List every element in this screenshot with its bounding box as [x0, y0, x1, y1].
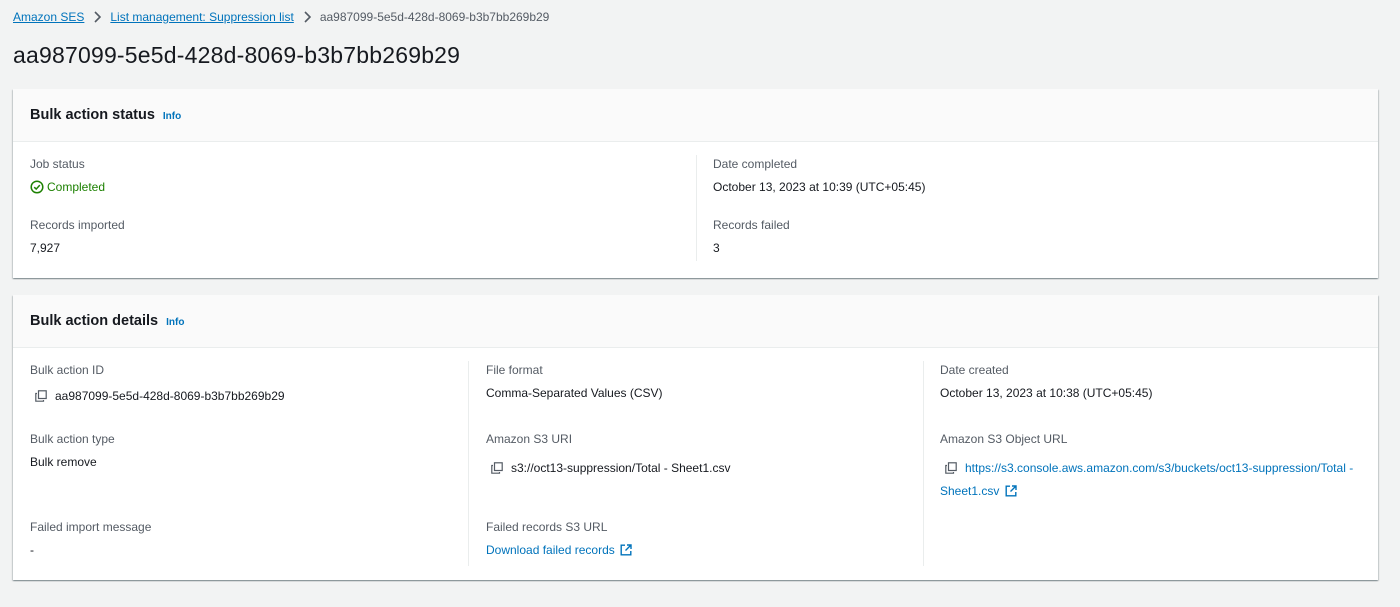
date-completed-field: Date completed October 13, 2023 at 10:39… [713, 157, 925, 194]
date-created-label: Date created [940, 363, 1009, 377]
external-link-icon [1004, 485, 1017, 498]
breadcrumb-link-suppression-list[interactable]: List management: Suppression list [110, 10, 293, 24]
column-divider [468, 361, 469, 566]
records-failed-value: 3 [713, 241, 720, 255]
bulk-action-details-panel: Bulk action details Info Bulk action ID … [13, 295, 1378, 580]
copy-icon[interactable] [34, 389, 48, 403]
date-completed-value: October 13, 2023 at 10:39 (UTC+05:45) [713, 180, 926, 194]
page-title: aa987099-5e5d-428d-8069-b3b7bb269b29 [13, 42, 461, 68]
job-status-text: Completed [47, 180, 106, 194]
s3-uri-value: s3://oct13-suppression/Total - Sheet1.cs… [490, 461, 730, 475]
bulk-action-id-field: Bulk action ID aa987099-5e5d-428d-8069-b… [30, 363, 285, 403]
date-created-value: October 13, 2023 at 10:38 (UTC+05:45) [940, 386, 1153, 400]
records-imported-field: Records imported 7,927 [30, 218, 125, 255]
s3-object-url-text-2[interactable]: Sheet1.csv [940, 484, 999, 498]
bulk-action-type-value: Bulk remove [30, 455, 97, 469]
s3-object-url-line1[interactable]: https://s3.console.aws.amazon.com/s3/buc… [944, 461, 1365, 475]
chevron-right-icon [84, 11, 110, 23]
bulk-action-id-value: aa987099-5e5d-428d-8069-b3b7bb269b29 [34, 389, 285, 403]
info-link[interactable]: Info [166, 317, 184, 328]
date-created-field: Date created October 13, 2023 at 10:38 (… [940, 363, 1152, 400]
column-divider [696, 155, 697, 261]
info-link[interactable]: Info [163, 111, 181, 122]
panel-header: Bulk action details Info [13, 295, 1378, 348]
job-status-field: Job status Completed [30, 157, 105, 194]
s3-uri-text: s3://oct13-suppression/Total - Sheet1.cs… [511, 461, 731, 475]
failed-records-s3-url-label: Failed records S3 URL [486, 520, 608, 534]
failed-records-s3-url-field: Failed records S3 URL Download failed re… [486, 520, 633, 557]
copy-icon[interactable] [944, 461, 958, 475]
bulk-action-id-text: aa987099-5e5d-428d-8069-b3b7bb269b29 [55, 389, 285, 403]
s3-uri-field: Amazon S3 URI s3://oct13-suppression/Tot… [486, 432, 730, 475]
file-format-field: File format Comma-Separated Values (CSV) [486, 363, 663, 400]
file-format-value: Comma-Separated Values (CSV) [486, 386, 663, 400]
records-failed-label: Records failed [713, 218, 790, 232]
bulk-action-id-label: Bulk action ID [30, 363, 105, 377]
s3-object-url-label: Amazon S3 Object URL [940, 432, 1068, 446]
bulk-action-type-label: Bulk action type [30, 432, 115, 446]
job-status-label: Job status [30, 157, 85, 171]
check-circle-icon [30, 180, 44, 194]
s3-object-url-text-1[interactable]: https://s3.console.aws.amazon.com/s3/buc… [965, 461, 1353, 475]
breadcrumb: Amazon SES List management: Suppression … [13, 9, 549, 25]
breadcrumb-current: aa987099-5e5d-428d-8069-b3b7bb269b29 [319, 10, 550, 24]
failed-import-message-value: - [30, 543, 34, 557]
failed-import-message-field: Failed import message - [30, 520, 151, 557]
panel-title: Bulk action details [30, 313, 159, 329]
job-status-value: Completed [30, 180, 105, 194]
s3-object-url-line2[interactable]: Sheet1.csv [940, 484, 1365, 498]
breadcrumb-link-amazon-ses[interactable]: Amazon SES [13, 10, 84, 24]
s3-object-url-field: Amazon S3 Object URL https://s3.console.… [940, 432, 1365, 498]
copy-icon[interactable] [490, 461, 504, 475]
records-imported-label: Records imported [30, 218, 125, 232]
failed-import-message-label: Failed import message [30, 520, 152, 534]
file-format-label: File format [486, 363, 543, 377]
records-failed-field: Records failed 3 [713, 218, 790, 255]
bulk-action-type-field: Bulk action type Bulk remove [30, 432, 115, 469]
s3-uri-label: Amazon S3 URI [486, 432, 573, 446]
external-link-icon [620, 544, 633, 557]
bulk-action-status-panel: Bulk action status Info Job status Compl… [13, 89, 1378, 278]
chevron-right-icon [294, 11, 320, 23]
page: Amazon SES List management: Suppression … [0, 0, 1400, 607]
column-divider [923, 361, 924, 566]
records-imported-value: 7,927 [30, 241, 61, 255]
date-completed-label: Date completed [713, 157, 798, 171]
download-failed-records-text[interactable]: Download failed records [486, 543, 615, 557]
panel-header: Bulk action status Info [13, 89, 1378, 142]
download-failed-records-link[interactable]: Download failed records [486, 543, 633, 557]
panel-title: Bulk action status [30, 107, 155, 123]
